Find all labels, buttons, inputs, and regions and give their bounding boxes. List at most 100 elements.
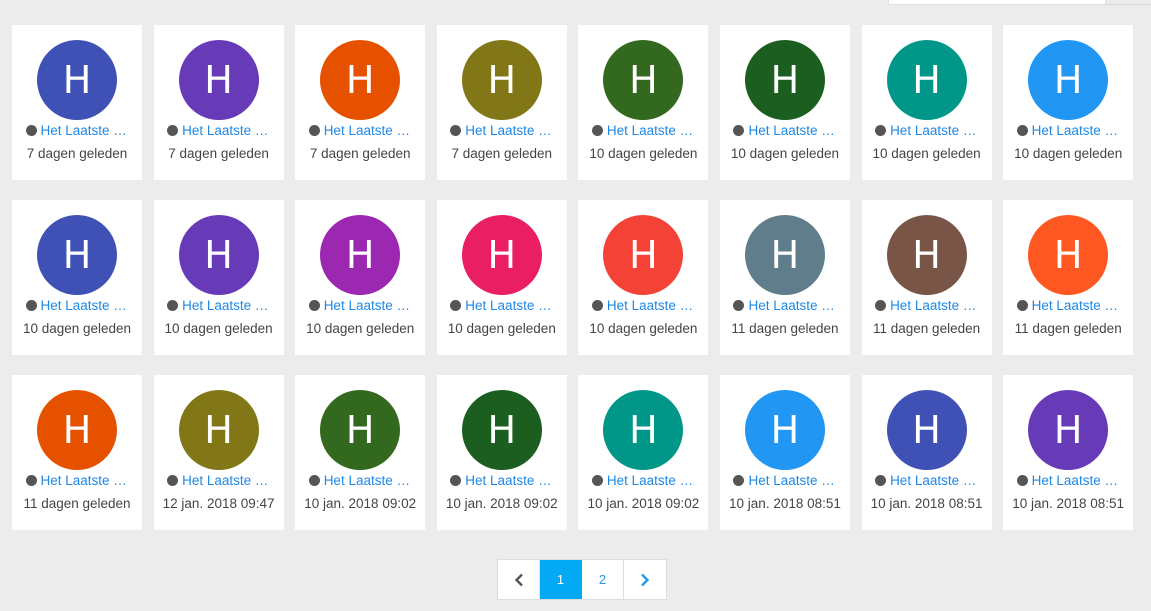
source-name-link[interactable]: Het Laatste Nieuws bbox=[465, 473, 553, 488]
source-name-link[interactable]: Het Laatste Nieuws bbox=[748, 473, 836, 488]
source-avatar[interactable]: H bbox=[178, 390, 259, 470]
timestamp: 11 dagen geleden bbox=[873, 321, 981, 336]
source-card[interactable]: H Het Laatste Nieuws 10 jan. 2018 09:02 bbox=[295, 375, 426, 530]
source-name-link[interactable]: Het Laatste Nieuws bbox=[41, 298, 129, 313]
timestamp: 11 dagen geleden bbox=[1014, 321, 1122, 336]
page-button-2[interactable]: 2 bbox=[582, 560, 624, 599]
source-avatar[interactable]: H bbox=[603, 215, 684, 295]
source-name-link[interactable]: Het Laatste Nieuws bbox=[324, 298, 412, 313]
search-field-edge[interactable] bbox=[888, 0, 1106, 5]
source-name-row: Het Laatste Nieuws bbox=[1003, 122, 1133, 138]
source-name-row: Het Laatste Nieuws bbox=[578, 122, 708, 138]
source-name-link[interactable]: Het Laatste Nieuws bbox=[607, 298, 695, 313]
source-name-link[interactable]: Het Laatste Nieuws bbox=[607, 473, 695, 488]
source-card[interactable]: H Het Laatste Nieuws 7 dagen geleden bbox=[436, 25, 567, 180]
source-name-link[interactable]: Het Laatste Nieuws bbox=[890, 473, 978, 488]
source-card[interactable]: H Het Laatste Nieuws 7 dagen geleden bbox=[153, 25, 284, 180]
source-avatar[interactable]: H bbox=[320, 40, 401, 120]
source-card[interactable]: H Het Laatste Nieuws 7 dagen geleden bbox=[295, 25, 426, 180]
status-dot-icon bbox=[450, 299, 462, 311]
source-name-row: Het Laatste Nieuws bbox=[437, 297, 567, 313]
source-avatar[interactable]: H bbox=[320, 215, 401, 295]
source-name-link[interactable]: Het Laatste Nieuws bbox=[1032, 473, 1120, 488]
source-avatar[interactable]: H bbox=[603, 390, 684, 470]
source-avatar[interactable]: H bbox=[744, 40, 825, 120]
source-avatar[interactable]: H bbox=[744, 390, 825, 470]
source-avatar[interactable]: H bbox=[178, 40, 259, 120]
source-name-link[interactable]: Het Laatste Nieuws bbox=[182, 298, 270, 313]
source-name-link[interactable]: Het Laatste Nieuws bbox=[890, 123, 978, 138]
timestamp: 10 jan. 2018 09:02 bbox=[445, 496, 558, 511]
source-card[interactable]: H Het Laatste Nieuws 10 jan. 2018 08:51 bbox=[1003, 375, 1134, 530]
source-avatar[interactable]: H bbox=[178, 215, 259, 295]
source-avatar[interactable]: H bbox=[1028, 390, 1109, 470]
source-name-link[interactable]: Het Laatste Nieuws bbox=[465, 298, 553, 313]
timestamp: 7 dagen geleden bbox=[168, 146, 269, 161]
source-name-link[interactable]: Het Laatste Nieuws bbox=[1032, 123, 1120, 138]
source-name-link[interactable]: Het Laatste Nieuws bbox=[182, 473, 270, 488]
source-avatar[interactable]: H bbox=[461, 215, 542, 295]
status-dot-icon bbox=[450, 474, 462, 486]
source-name-link[interactable]: Het Laatste Nieuws bbox=[1032, 298, 1120, 313]
source-card[interactable]: H Het Laatste Nieuws 10 dagen geleden bbox=[861, 25, 992, 180]
source-avatar[interactable]: H bbox=[603, 40, 684, 120]
prev-page-button[interactable] bbox=[498, 560, 540, 599]
source-avatar[interactable]: H bbox=[886, 215, 967, 295]
source-avatar[interactable]: H bbox=[1028, 215, 1109, 295]
source-name-row: Het Laatste Nieuws bbox=[295, 122, 425, 138]
source-card[interactable]: H Het Laatste Nieuws 12 jan. 2018 09:47 bbox=[153, 375, 284, 530]
source-name-link[interactable]: Het Laatste Nieuws bbox=[748, 298, 836, 313]
status-dot-icon bbox=[167, 299, 179, 311]
status-dot-icon bbox=[875, 299, 887, 311]
source-avatar[interactable]: H bbox=[461, 390, 542, 470]
next-page-button[interactable] bbox=[624, 560, 666, 599]
source-card[interactable]: H Het Laatste Nieuws 10 dagen geleden bbox=[1003, 25, 1134, 180]
timestamp: 7 dagen geleden bbox=[26, 146, 128, 161]
timestamp: 10 dagen geleden bbox=[872, 146, 981, 161]
source-avatar[interactable]: H bbox=[886, 40, 967, 120]
source-avatar[interactable]: H bbox=[1028, 40, 1109, 120]
source-name-link[interactable]: Het Laatste Nieuws bbox=[607, 123, 695, 138]
source-avatar[interactable]: H bbox=[37, 40, 117, 120]
source-card[interactable]: H Het Laatste Nieuws 7 dagen geleden bbox=[12, 25, 142, 180]
source-name-row: Het Laatste Nieuws bbox=[862, 122, 992, 138]
source-card[interactable]: H Het Laatste Nieuws 10 jan. 2018 08:51 bbox=[861, 375, 992, 530]
source-card[interactable]: H Het Laatste Nieuws 10 dagen geleden bbox=[578, 25, 709, 180]
source-card[interactable]: H Het Laatste Nieuws 10 dagen geleden bbox=[12, 200, 142, 355]
source-name-row: Het Laatste Nieuws bbox=[154, 122, 284, 138]
source-name-link[interactable]: Het Laatste Nieuws bbox=[890, 298, 978, 313]
source-card[interactable]: H Het Laatste Nieuws 10 jan. 2018 09:02 bbox=[436, 375, 567, 530]
timestamp: 11 dagen geleden bbox=[731, 321, 839, 336]
source-card[interactable]: H Het Laatste Nieuws 11 dagen geleden bbox=[719, 200, 850, 355]
source-name-link[interactable]: Het Laatste Nieuws bbox=[324, 473, 412, 488]
source-card[interactable]: H Het Laatste Nieuws 11 dagen geleden bbox=[861, 200, 992, 355]
source-card[interactable]: H Het Laatste Nieuws 10 jan. 2018 09:02 bbox=[578, 375, 709, 530]
source-card[interactable]: H Het Laatste Nieuws 10 dagen geleden bbox=[153, 200, 284, 355]
source-avatar[interactable]: H bbox=[886, 390, 967, 470]
source-name-link[interactable]: Het Laatste Nieuws bbox=[41, 123, 129, 138]
source-card[interactable]: H Het Laatste Nieuws 11 dagen geleden bbox=[1003, 200, 1134, 355]
source-avatar[interactable]: H bbox=[461, 40, 542, 120]
source-name-link[interactable]: Het Laatste Nieuws bbox=[465, 123, 553, 138]
source-avatar[interactable]: H bbox=[37, 215, 117, 295]
timestamp: 10 jan. 2018 08:51 bbox=[1012, 496, 1125, 511]
status-dot-icon bbox=[25, 474, 37, 486]
source-avatar[interactable]: H bbox=[37, 390, 117, 470]
page-button-1[interactable]: 1 bbox=[540, 560, 582, 599]
source-card[interactable]: H Het Laatste Nieuws 11 dagen geleden bbox=[12, 375, 142, 530]
source-card[interactable]: H Het Laatste Nieuws 10 dagen geleden bbox=[436, 200, 567, 355]
timestamp: 10 jan. 2018 08:51 bbox=[870, 496, 983, 511]
source-card[interactable]: H Het Laatste Nieuws 10 dagen geleden bbox=[719, 25, 850, 180]
timestamp: 10 dagen geleden bbox=[306, 321, 415, 336]
source-avatar[interactable]: H bbox=[744, 215, 825, 295]
timestamp: 10 dagen geleden bbox=[1014, 146, 1123, 161]
source-card[interactable]: H Het Laatste Nieuws 10 dagen geleden bbox=[295, 200, 426, 355]
source-name-link[interactable]: Het Laatste Nieuws bbox=[41, 473, 129, 488]
source-name-link[interactable]: Het Laatste Nieuws bbox=[324, 123, 412, 138]
source-card[interactable]: H Het Laatste Nieuws 10 jan. 2018 08:51 bbox=[719, 375, 850, 530]
source-name-link[interactable]: Het Laatste Nieuws bbox=[182, 123, 270, 138]
card-grid: H Het Laatste Nieuws 7 dagen geleden H Het L… bbox=[12, 25, 1134, 530]
source-avatar[interactable]: H bbox=[320, 390, 401, 470]
source-card[interactable]: H Het Laatste Nieuws 10 dagen geleden bbox=[578, 200, 709, 355]
source-name-link[interactable]: Het Laatste Nieuws bbox=[748, 123, 836, 138]
